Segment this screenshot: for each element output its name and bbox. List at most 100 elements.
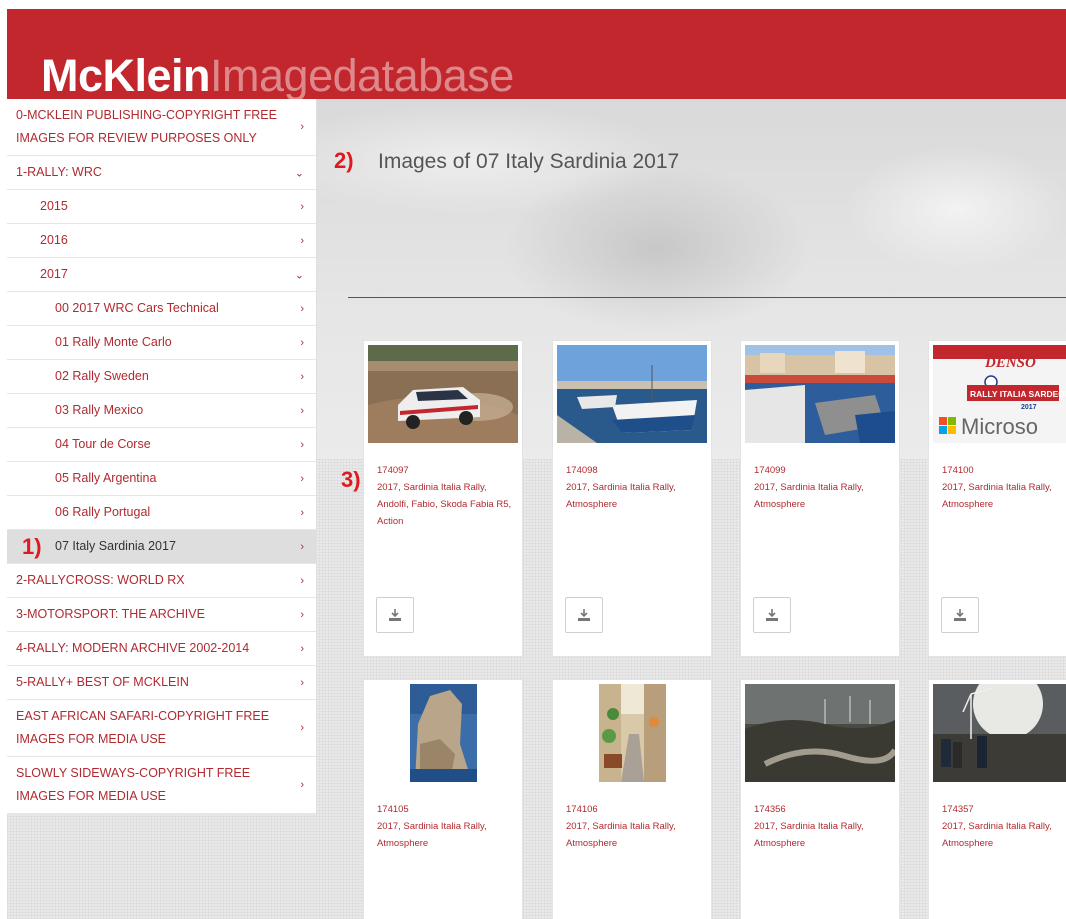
chevron-right-icon: › (300, 234, 304, 247)
sidebar-item-label: 05 Rally Argentina (55, 471, 157, 485)
chevron-right-icon: › (300, 438, 304, 451)
image-description[interactable]: 2017, Sardinia Italia Rally, Atmosphere (942, 479, 1066, 513)
marina-photo (745, 345, 895, 443)
chevron-right-icon: › (300, 608, 304, 621)
chevron-right-icon: › (300, 472, 304, 485)
sidebar-item-label: 00 2017 WRC Cars Technical (55, 301, 219, 315)
download-icon (389, 609, 401, 621)
sidebar-item-modern-archive[interactable]: 4-RALLY: MODERN ARCHIVE 2002-2014 › (7, 632, 316, 666)
image-thumbnail[interactable] (557, 684, 707, 782)
sidebar-item-italy-sardinia-2017[interactable]: 1) 07 Italy Sardinia 2017 › (7, 530, 316, 564)
page-frame: McKleinImagedatabase 2) Images of 07 Ita… (7, 9, 1066, 919)
photo-text-banner: RALLY ITALIA SARDEGNA (970, 389, 1066, 399)
sidebar-item-tour-de-corse[interactable]: 04 Tour de Corse › (7, 428, 316, 462)
download-button[interactable] (565, 597, 603, 633)
logo-bold: McKlein (41, 50, 211, 99)
sidebar-item-2016[interactable]: 2016 › (7, 224, 316, 258)
chevron-right-icon: › (300, 302, 304, 315)
sidebar-item-label: 06 Rally Portugal (55, 505, 151, 519)
sidebar-item-label: 5-RALLY+ BEST OF MCKLEIN (16, 675, 189, 689)
image-card[interactable]: 174105 2017, Sardinia Italia Rally, Atmo… (363, 679, 523, 919)
image-id[interactable]: 174357 (942, 804, 974, 815)
chevron-down-icon: ⌄ (294, 167, 304, 179)
image-description[interactable]: 2017, Sardinia Italia Rally, Atmosphere (566, 818, 706, 852)
chevron-down-icon: ⌄ (294, 269, 304, 281)
sidebar-item-label: 07 Italy Sardinia 2017 (55, 539, 176, 553)
annotation-marker-3: 3) (341, 467, 361, 492)
sidebar-item-label: 0-MCKLEIN PUBLISHING-COPYRIGHT FREE IMAG… (16, 108, 277, 145)
site-header: McKleinImagedatabase (7, 9, 1066, 99)
download-button[interactable] (376, 597, 414, 633)
image-id[interactable]: 174100 (942, 465, 974, 476)
image-description[interactable]: 2017, Sardinia Italia Rally, Atmosphere (377, 818, 517, 852)
image-card[interactable]: 174357 2017, Sardinia Italia Rally, Atmo… (928, 679, 1066, 919)
image-card[interactable]: 174097 2017, Sardinia Italia Rally, Ando… (363, 340, 523, 657)
cliff-photo (409, 684, 477, 782)
chevron-right-icon: › (300, 506, 304, 519)
chevron-right-icon: › (300, 722, 304, 734)
title-divider (348, 297, 1066, 298)
sidebar-item-rally-wrc[interactable]: 1-RALLY: WRC ⌄ (7, 156, 316, 190)
download-icon (578, 609, 590, 621)
download-icon (954, 609, 966, 621)
image-thumbnail[interactable] (557, 345, 707, 443)
photo-text-sponsor: Microso (961, 414, 1038, 439)
sidebar-item-best-of-mcklein[interactable]: 5-RALLY+ BEST OF MCKLEIN › (7, 666, 316, 700)
image-id[interactable]: 174106 (566, 804, 598, 815)
image-description[interactable]: 2017, Sardinia Italia Rally, Atmosphere (942, 818, 1066, 852)
image-card[interactable]: 174106 2017, Sardinia Italia Rally, Atmo… (552, 679, 712, 919)
harbour-boats-photo (557, 345, 707, 443)
sidebar-item-label: 2015 (40, 199, 68, 213)
photo-text-denso: DENSO (984, 355, 1036, 371)
image-card[interactable]: DENSO RALLY ITALIA SARDEGNA 2017 Microso… (928, 340, 1066, 657)
image-description[interactable]: 2017, Sardinia Italia Rally, Atmosphere (566, 479, 706, 513)
download-icon (766, 609, 778, 621)
image-description[interactable]: 2017, Sardinia Italia Rally, Andolfi, Fa… (377, 479, 517, 530)
rally-sign-photo: DENSO RALLY ITALIA SARDEGNA 2017 Microso (933, 345, 1066, 443)
image-id[interactable]: 174356 (754, 804, 786, 815)
sidebar-item-rallycross[interactable]: 2-RALLYCROSS: WORLD RX › (7, 564, 316, 598)
image-thumbnail[interactable] (368, 345, 518, 443)
sidebar-item-east-african-safari[interactable]: EAST AFRICAN SAFARI-COPYRIGHT FREE IMAGE… (7, 700, 316, 757)
image-card[interactable]: 174356 2017, Sardinia Italia Rally, Atmo… (740, 679, 900, 919)
sidebar-item-wrc-cars-technical[interactable]: 00 2017 WRC Cars Technical › (7, 292, 316, 326)
image-card[interactable]: 174098 2017, Sardinia Italia Rally, Atmo… (552, 340, 712, 657)
sidebar-item-rally-monte-carlo[interactable]: 01 Rally Monte Carlo › (7, 326, 316, 360)
download-button[interactable] (753, 597, 791, 633)
sidebar-item-2017[interactable]: 2017 ⌄ (7, 258, 316, 292)
image-id[interactable]: 174099 (754, 465, 786, 476)
chevron-right-icon: › (300, 121, 304, 133)
image-thumbnail[interactable] (745, 684, 895, 782)
sidebar-item-rally-mexico[interactable]: 03 Rally Mexico › (7, 394, 316, 428)
annotation-marker-2: 2) (334, 148, 354, 173)
chevron-right-icon: › (300, 540, 304, 553)
chevron-right-icon: › (300, 676, 304, 689)
sidebar-item-slowly-sideways[interactable]: SLOWLY SIDEWAYS-COPYRIGHT FREE IMAGES FO… (7, 757, 316, 814)
street-photo (598, 684, 666, 782)
image-thumbnail[interactable] (368, 684, 518, 782)
category-sidebar: 0-MCKLEIN PUBLISHING-COPYRIGHT FREE IMAG… (7, 99, 316, 814)
sidebar-item-label: 04 Tour de Corse (55, 437, 151, 451)
spectators-photo (933, 684, 1066, 782)
sidebar-item-mcklein-publishing[interactable]: 0-MCKLEIN PUBLISHING-COPYRIGHT FREE IMAG… (7, 99, 316, 156)
image-thumbnail[interactable] (933, 684, 1066, 782)
image-thumbnail[interactable]: DENSO RALLY ITALIA SARDEGNA 2017 Microso (933, 345, 1066, 443)
image-id[interactable]: 174098 (566, 465, 598, 476)
image-description[interactable]: 2017, Sardinia Italia Rally, Atmosphere (754, 818, 894, 852)
sidebar-item-rally-sweden[interactable]: 02 Rally Sweden › (7, 360, 316, 394)
page-title: Images of 07 Italy Sardinia 2017 (378, 150, 680, 173)
sidebar-item-rally-portugal[interactable]: 06 Rally Portugal › (7, 496, 316, 530)
sidebar-item-2015[interactable]: 2015 › (7, 190, 316, 224)
image-description[interactable]: 2017, Sardinia Italia Rally, Atmosphere (754, 479, 894, 513)
image-thumbnail[interactable] (745, 345, 895, 443)
wind-farm-photo (745, 684, 895, 782)
sidebar-item-motorsport-archive[interactable]: 3-MOTORSPORT: THE ARCHIVE › (7, 598, 316, 632)
logo-light: Imagedatabase (210, 50, 514, 99)
download-button[interactable] (941, 597, 979, 633)
sidebar-item-rally-argentina[interactable]: 05 Rally Argentina › (7, 462, 316, 496)
image-card[interactable]: 174099 2017, Sardinia Italia Rally, Atmo… (740, 340, 900, 657)
site-logo[interactable]: McKleinImagedatabase (41, 47, 514, 99)
image-id[interactable]: 174105 (377, 804, 409, 815)
chevron-right-icon: › (300, 404, 304, 417)
image-id[interactable]: 174097 (377, 465, 409, 476)
